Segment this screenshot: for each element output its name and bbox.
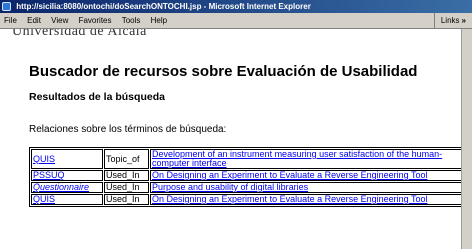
resource-cell: On Designing an Experiment to Evaluate a… [150, 194, 462, 205]
links-toolbar[interactable]: Links» [433, 13, 472, 28]
results-table: QUIS Topic_of Development of an instrume… [29, 147, 462, 207]
menu-file[interactable]: File [0, 13, 21, 28]
internet-explorer-icon [2, 2, 11, 11]
resource-cell: Development of an instrument measuring u… [150, 149, 462, 169]
resource-link[interactable]: Development of an instrument measuring u… [152, 149, 442, 168]
resource-link[interactable]: Purpose and usability of digital librari… [152, 182, 308, 192]
term-link[interactable]: PSSUQ [33, 170, 65, 180]
resource-cell: Purpose and usability of digital librari… [150, 182, 462, 193]
results-heading: Resultados de la búsqueda [29, 91, 165, 103]
links-label: Links [440, 16, 460, 25]
resource-link[interactable]: On Designing an Experiment to Evaluate a… [152, 194, 428, 204]
term-link[interactable]: QUIS [33, 154, 55, 164]
menu-bar: File Edit View Favorites Tools Help Link… [0, 13, 472, 29]
table-row: QUIS Topic_of Development of an instrume… [31, 149, 462, 169]
window-title: http://sicilia:8080/ontochi/doSearchONTO… [16, 2, 311, 11]
university-logo: Universidad de Alcalá [12, 29, 147, 36]
term-cell: QUIS [31, 194, 103, 205]
term-cell: PSSUQ [31, 170, 103, 181]
relations-intro: Relaciones sobre los términos de búsqued… [29, 124, 227, 135]
menu-view[interactable]: View [47, 13, 72, 28]
menu-tools[interactable]: Tools [118, 13, 145, 28]
page-content: Universidad de Alcalá Buscador de recurs… [0, 29, 462, 249]
term-link[interactable]: Questionnaire [33, 182, 89, 192]
menu-edit[interactable]: Edit [23, 13, 45, 28]
resource-link[interactable]: On Designing an Experiment to Evaluate a… [152, 170, 428, 180]
relation-cell: Used_In [104, 182, 149, 193]
relation-cell: Used_In [104, 194, 149, 205]
page-title: Buscador de recursos sobre Evaluación de… [29, 63, 418, 80]
term-cell: QUIS [31, 149, 103, 169]
menu-help[interactable]: Help [147, 13, 171, 28]
table-row: QUIS Used_In On Designing an Experiment … [31, 194, 462, 205]
term-cell: Questionnaire [31, 182, 103, 193]
table-row: PSSUQ Used_In On Designing an Experiment… [31, 170, 462, 181]
relation-cell: Used_In [104, 170, 149, 181]
relation-cell: Topic_of [104, 149, 149, 169]
term-link[interactable]: QUIS [33, 194, 55, 204]
resource-cell: On Designing an Experiment to Evaluate a… [150, 170, 462, 181]
menu-favorites[interactable]: Favorites [75, 13, 116, 28]
chevron-right-icon[interactable]: » [462, 16, 466, 25]
table-row: Questionnaire Used_In Purpose and usabil… [31, 182, 462, 193]
vertical-scrollbar[interactable] [461, 29, 472, 249]
window-title-bar: http://sicilia:8080/ontochi/doSearchONTO… [0, 0, 472, 13]
